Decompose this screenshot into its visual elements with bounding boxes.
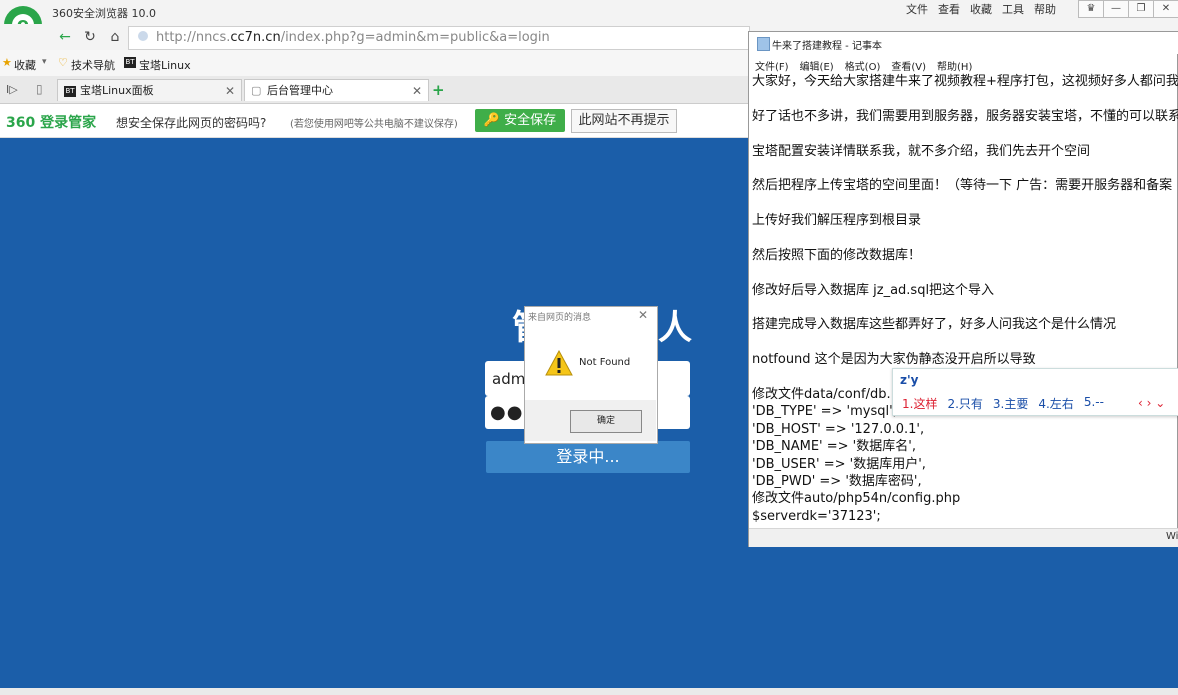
notepad-line: 然后把程序上传宝塔的空间里面！（等待一下 广告：需要开服务器和备案 [752, 178, 1173, 194]
notepad-line: 大家好，今天给大家搭建牛来了视频教程+程序打包，这视频好多人都问我 [752, 74, 1178, 89]
home-icon[interactable]: ⌂ [104, 27, 126, 47]
bt-icon: BT [124, 57, 136, 68]
notepad-statusbar [749, 528, 1178, 547]
notepad-menu: 文件(F) 编辑(E) 格式(O) 查看(V) 帮助(H) [755, 58, 972, 73]
warning-icon [545, 350, 573, 376]
save-password-button[interactable]: 🔑 安全保存 [475, 109, 565, 132]
notepad-line: 'DB_HOST' => '127.0.0.1', [752, 421, 925, 437]
close-icon[interactable]: ✕ [225, 80, 235, 102]
star-icon: ★ [2, 56, 12, 69]
bookmark-favorites[interactable]: 收藏 [14, 57, 36, 73]
notepad-line [752, 195, 1178, 212]
alert-close-icon[interactable]: ✕ [638, 308, 648, 322]
notepad-line: 好了话也不多讲，我们需要用到服务器，服务器安装宝塔，不懂的可以联系 [752, 108, 1178, 124]
refresh-icon[interactable]: ↻ [79, 27, 101, 47]
alert-message: Not Found [579, 357, 631, 368]
notepad-line [752, 90, 1178, 107]
menu-help[interactable]: 帮助 [1034, 1, 1056, 17]
notepad-menu-edit[interactable]: 编辑(E) [800, 58, 834, 73]
notepad-line [752, 264, 1178, 281]
notepad-menu-help[interactable]: 帮助(H) [937, 58, 972, 73]
ime-candidate[interactable]: 3.主要 [993, 395, 1028, 412]
notepad-menu-file[interactable]: 文件(F) [755, 58, 789, 73]
notepad-line: $serverdk='37123'; [752, 508, 881, 524]
menu-view[interactable]: 查看 [938, 1, 960, 17]
bookmark-baota[interactable]: 宝塔Linux [139, 57, 191, 73]
menu-favorites[interactable]: 收藏 [970, 1, 992, 17]
sidebar-toggle-icon[interactable]: I▷ [6, 83, 18, 96]
notepad-line [752, 125, 1178, 142]
browser-statusbar [0, 688, 1178, 695]
ime-candidate[interactable]: 1.这样 [902, 395, 937, 412]
notepad-icon [757, 37, 770, 51]
notepad-line: 'DB_USER' => '数据库用户', [752, 456, 926, 472]
page-icon[interactable]: ▯ [36, 82, 43, 96]
notepad-line [752, 334, 1178, 351]
notepad-line: 然后按照下面的修改数据库！ [752, 247, 922, 263]
notepad-title: 牛来了搭建教程 - 记事本 [772, 41, 882, 52]
notepad-status-text: Wi [1166, 531, 1178, 542]
tab-label: 宝塔Linux面板 [80, 84, 154, 97]
maximize-button[interactable]: ❐ [1128, 0, 1154, 18]
notepad-line [752, 299, 1178, 316]
login-button[interactable]: 登录中... [486, 441, 690, 473]
new-tab-icon[interactable]: + [432, 81, 445, 99]
notepad-line: notfound 这个是因为大家伪静态没开启所以导致 [752, 352, 1036, 368]
tab-label: 后台管理中心 [267, 84, 333, 97]
heading-right: 人 [658, 308, 692, 348]
tab-admin[interactable]: ▢ 后台管理中心 ✕ [244, 79, 429, 101]
notepad-line: 上传好我们解压程序到根目录 [752, 213, 922, 229]
close-button[interactable]: ✕ [1153, 0, 1178, 18]
chevron-down-icon[interactable]: ▾ [42, 57, 47, 67]
password-bar-question: 想安全保存此网页的密码吗? [116, 116, 267, 130]
never-remind-button[interactable]: 此网站不再提示 [571, 109, 677, 133]
ime-input-text: z'y [900, 373, 919, 387]
notepad-menu-format[interactable]: 格式(O) [845, 58, 881, 73]
alert-ok-button[interactable]: 确定 [570, 410, 642, 433]
ime-candidate[interactable]: 2.只有 [947, 395, 982, 412]
menu-file[interactable]: 文件 [906, 1, 928, 17]
menu-tools[interactable]: 工具 [1002, 1, 1024, 17]
notepad-line [752, 230, 1178, 247]
back-icon[interactable]: ← [54, 27, 76, 47]
close-icon[interactable]: ✕ [412, 80, 422, 102]
notepad-line: 搭建完成导入数据库这些都弄好了，好多人问我这个是什么情况 [752, 317, 1117, 333]
bt-icon: BT [64, 86, 76, 97]
ime-candidates: 1.这样 2.只有 3.主要 4.左右 5.-- [902, 395, 1104, 412]
notepad-line: 修改文件auto/php54n/config.php [752, 491, 961, 507]
site-info-icon[interactable] [138, 31, 148, 41]
ime-candidate[interactable]: 5.-- [1084, 395, 1104, 412]
browser-title: 360安全浏览器 10.0 [52, 7, 156, 20]
alert-title: 来自网页的消息 [528, 313, 592, 323]
document-icon: ▢ [251, 84, 262, 97]
save-label: 安全保存 [504, 113, 557, 128]
ime-page-arrows-icon[interactable]: ‹ › ⌄ [1138, 396, 1165, 410]
bookmark-tech-nav[interactable]: 技术导航 [71, 57, 115, 73]
notepad-line: 'DB_NAME' => '数据库名', [752, 439, 916, 455]
notepad-line: 修改好后导入数据库 jz_ad.sql把这个导入 [752, 282, 995, 298]
notepad-text-area[interactable]: 大家好，今天给大家搭建牛来了视频教程+程序打包，这视频好多人都问我 好了话也不多… [752, 73, 1178, 528]
browser-menu: 文件 查看 收藏 工具 帮助 [906, 1, 1056, 17]
shield-icon: ♡ [58, 56, 68, 69]
tab-baota[interactable]: BT 宝塔Linux面板 ✕ [57, 79, 242, 101]
skin-icon[interactable]: ♛ [1078, 0, 1104, 18]
minimize-button[interactable]: — [1103, 0, 1129, 18]
notepad-menu-view[interactable]: 查看(V) [891, 58, 926, 73]
password-bar-brand: 360 登录管家 [6, 115, 97, 131]
notepad-line [752, 160, 1178, 177]
ime-candidate[interactable]: 4.左右 [1038, 395, 1073, 412]
url-text: http://nncs.cc7n.cn/index.php?g=admin&m=… [156, 30, 550, 45]
password-bar-hint: (若您使用网吧等公共电脑不建议保存) [290, 119, 458, 130]
notepad-line: 宝塔配置安装详情联系我，就不多介绍，我们先去开个空间 [752, 143, 1091, 159]
notepad-line: 'DB_PWD' => '数据库密码', [752, 473, 922, 489]
